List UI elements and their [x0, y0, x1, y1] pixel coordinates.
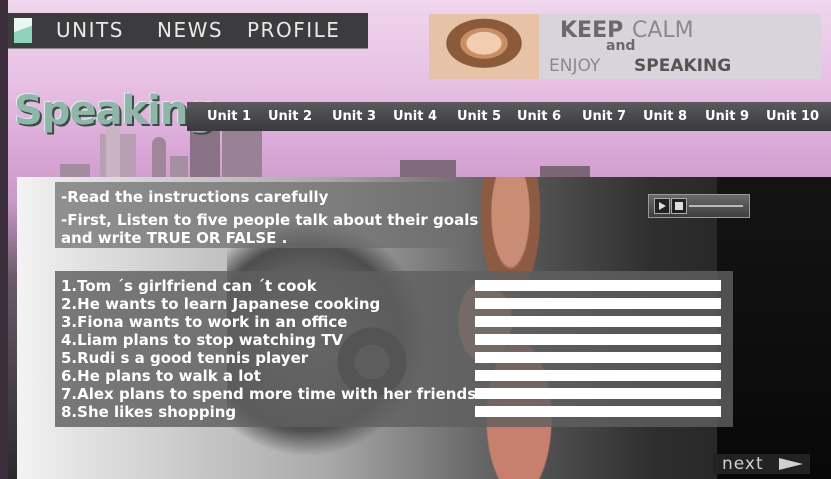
- instruction-line-1: -Read the instructions carefully: [61, 188, 329, 206]
- instructions-box: -Read the instructions carefully -First,…: [55, 182, 478, 248]
- play-icon[interactable]: [654, 198, 670, 214]
- answer-input-1[interactable]: [475, 280, 721, 291]
- unit-3-link[interactable]: Unit 3: [332, 109, 376, 124]
- answer-input-6[interactable]: [475, 370, 721, 381]
- units-bar: Unit 1 Unit 2 Unit 3 Unit 4 Unit 5 Unit …: [187, 102, 831, 131]
- banner-and: and: [606, 38, 636, 54]
- statement-6: 6.He plans to walk a lot: [61, 367, 261, 385]
- arrow-right-icon: [779, 458, 803, 470]
- statement-1: 1.Tom ´s girlfriend can ´t cook: [61, 277, 317, 295]
- audio-progress-track[interactable]: [689, 205, 743, 207]
- statement-7: 7.Alex plans to spend more time with her…: [61, 385, 477, 403]
- panel-dark-edge: [717, 177, 831, 479]
- nav-units[interactable]: UNITS: [56, 18, 124, 42]
- unit-6-link[interactable]: Unit 6: [517, 109, 561, 124]
- statement-2: 2.He wants to learn Japanese cooking: [61, 295, 381, 313]
- audio-player: [648, 194, 750, 218]
- stop-icon[interactable]: [671, 198, 687, 214]
- instruction-line-3: and write TRUE OR FALSE .: [61, 229, 288, 247]
- unit-4-link[interactable]: Unit 4: [393, 109, 437, 124]
- left-frame: [0, 0, 8, 479]
- unit-2-link[interactable]: Unit 2: [268, 109, 312, 124]
- answer-input-2[interactable]: [475, 298, 721, 309]
- statement-8: 8.She likes shopping: [61, 403, 237, 421]
- keep-calm-banner: KEEP CALM and ENJOY SPEAKING: [429, 14, 821, 79]
- banner-calm: CALM: [632, 18, 694, 43]
- unit-7-link[interactable]: Unit 7: [582, 109, 626, 124]
- answer-input-4[interactable]: [475, 334, 721, 345]
- unit-9-link[interactable]: Unit 9: [705, 109, 749, 124]
- answer-input-8[interactable]: [475, 406, 721, 417]
- answer-input-7[interactable]: [475, 388, 721, 399]
- page-title: Speaking: [14, 88, 216, 134]
- top-nav: UNITS NEWS PROFILE: [8, 13, 368, 48]
- banner-speaking: SPEAKING: [634, 56, 732, 76]
- next-button[interactable]: next: [713, 454, 810, 474]
- unit-5-link[interactable]: Unit 5: [457, 109, 501, 124]
- unit-1-link[interactable]: Unit 1: [207, 109, 251, 124]
- unit-10-link[interactable]: Unit 10: [766, 109, 819, 124]
- logo: [14, 18, 32, 43]
- statement-5: 5.Rudi s a good tennis player: [61, 349, 309, 367]
- banner-enjoy: ENJOY: [549, 56, 601, 76]
- statement-3: 3.Fiona wants to work in an office: [61, 313, 348, 331]
- statement-4: 4.Liam plans to stop watching TV: [61, 331, 344, 349]
- nav-profile[interactable]: PROFILE: [247, 18, 340, 42]
- banner-photo: [429, 14, 539, 79]
- unit-8-link[interactable]: Unit 8: [643, 109, 687, 124]
- nav-news[interactable]: NEWS: [157, 18, 223, 42]
- answer-input-5[interactable]: [475, 352, 721, 363]
- statements-box: 1.Tom ´s girlfriend can ´t cook 2.He wan…: [55, 271, 733, 427]
- instruction-line-2: -First, Listen to five people talk about…: [61, 211, 479, 229]
- next-label: next: [722, 454, 764, 474]
- answer-input-3[interactable]: [475, 316, 721, 327]
